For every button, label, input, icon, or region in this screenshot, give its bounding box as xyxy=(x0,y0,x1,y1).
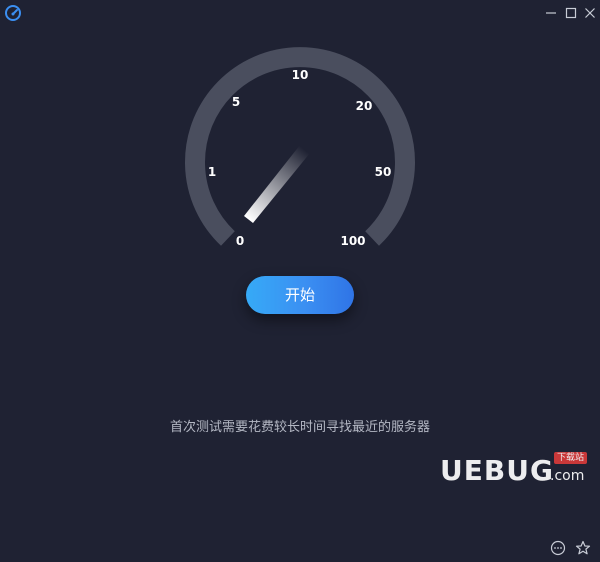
watermark-badge: 下载站 xyxy=(554,452,588,464)
start-button[interactable]: 开始 xyxy=(246,276,354,314)
scale-label-10: 10 xyxy=(291,68,309,82)
watermark-suffix: .com xyxy=(550,468,585,484)
more-options-icon xyxy=(550,540,566,556)
scale-label-100: 100 xyxy=(340,234,366,248)
watermark-logo: UEBUG 下载站 .com xyxy=(440,452,590,490)
scale-label-5: 5 xyxy=(231,95,241,109)
hint-text: 首次测试需要花费较长时间寻找最近的服务器 xyxy=(169,420,430,435)
more-options-button[interactable] xyxy=(550,540,566,556)
scale-label-0: 0 xyxy=(235,234,245,248)
scale-label-20: 20 xyxy=(355,99,373,113)
speed-gauge: 0 1 5 10 20 50 100 xyxy=(0,0,600,260)
gauge-graphic xyxy=(185,47,415,246)
scale-label-50: 50 xyxy=(374,165,392,179)
watermark-brand: UEBUG xyxy=(440,454,554,487)
gauge-needle xyxy=(244,145,310,223)
scale-label-1: 1 xyxy=(207,165,217,179)
favorite-button[interactable] xyxy=(575,540,591,556)
star-icon xyxy=(575,540,591,555)
